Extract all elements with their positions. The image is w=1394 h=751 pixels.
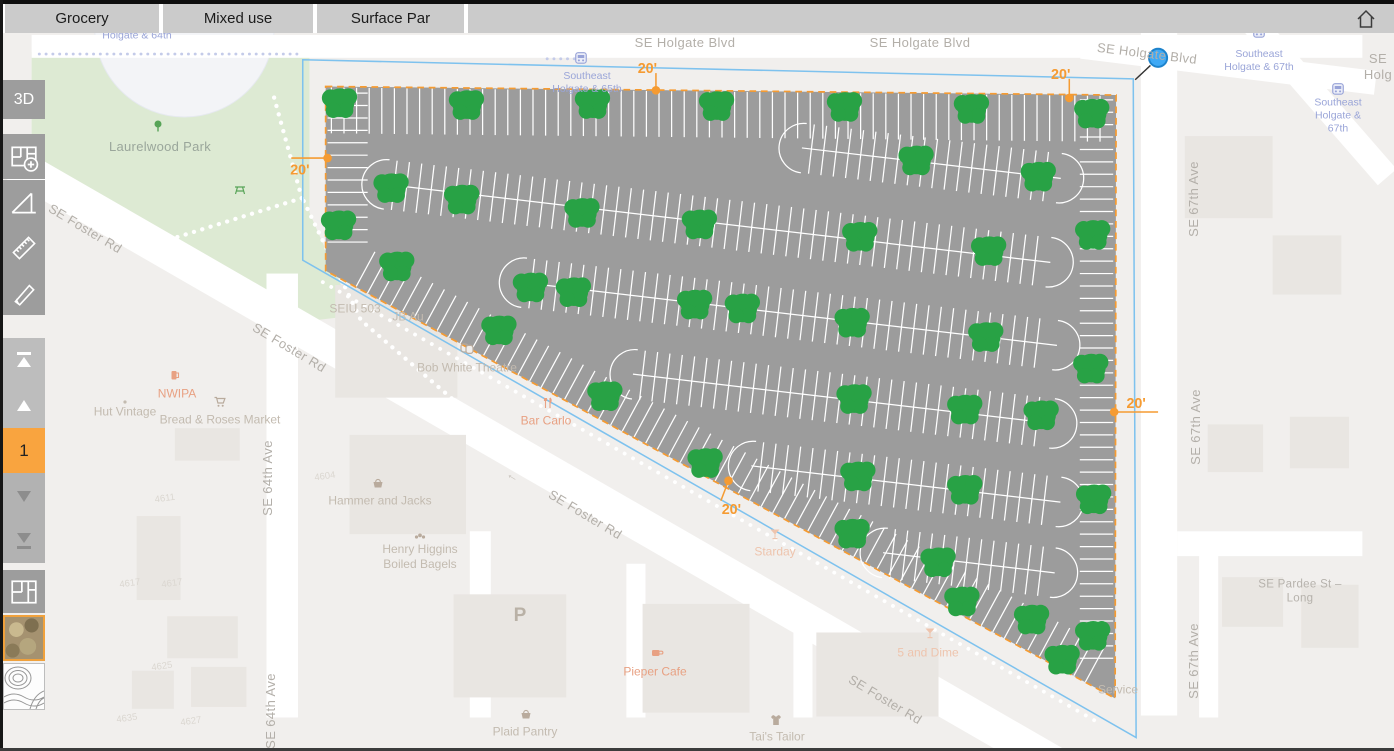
contour-lines-icon [4, 664, 44, 709]
setback-dimension-label: 20' [290, 162, 309, 178]
view-3d-button[interactable]: 3D [3, 80, 45, 119]
floorplan-add-icon [9, 142, 39, 172]
scenario-tab-bar: Grocery Mixed use Surface Par [0, 4, 1394, 33]
current-floor-indicator[interactable]: 1 [3, 428, 45, 473]
tree[interactable] [836, 384, 871, 414]
setback-dimension-label: 20' [722, 502, 741, 518]
tree[interactable] [564, 198, 599, 228]
tree[interactable] [1023, 401, 1058, 431]
tree[interactable] [682, 210, 717, 240]
map-base: 20' 20' 20' 20' 20' [0, 33, 1394, 748]
setback-handle[interactable] [1110, 408, 1119, 417]
tree[interactable] [968, 322, 1003, 352]
tree[interactable] [834, 308, 869, 338]
tree[interactable] [321, 211, 356, 241]
tree[interactable] [322, 88, 357, 118]
setback-handle[interactable] [724, 476, 733, 485]
tree[interactable] [373, 173, 408, 203]
plan-lines-icon [9, 577, 39, 607]
tree[interactable] [677, 290, 712, 320]
move-to-top-icon [10, 347, 38, 375]
tree[interactable] [971, 236, 1006, 266]
tree[interactable] [1021, 162, 1056, 192]
tree[interactable] [699, 91, 734, 121]
floor-to-top-button[interactable] [3, 338, 45, 383]
tree[interactable] [687, 448, 722, 478]
layer-plan-button[interactable] [3, 570, 45, 613]
pen-icon [9, 278, 39, 308]
tree[interactable] [1014, 605, 1049, 635]
tree[interactable] [1076, 485, 1111, 515]
move-to-bottom-icon [10, 527, 38, 555]
setback-tool-button[interactable] [3, 180, 45, 225]
draw-tool-button[interactable] [3, 270, 45, 315]
tree[interactable] [947, 395, 982, 425]
tree[interactable] [1074, 99, 1109, 129]
tree[interactable] [725, 294, 760, 324]
parcel-vertex-handle[interactable] [1149, 49, 1167, 67]
tree[interactable] [954, 94, 989, 124]
tree[interactable] [1075, 621, 1110, 651]
tree[interactable] [587, 381, 622, 411]
layer-contour-thumb[interactable] [3, 663, 45, 710]
tree[interactable] [575, 89, 610, 119]
tree[interactable] [944, 587, 979, 617]
setback-dimension-label: 20' [1051, 67, 1070, 83]
home-button[interactable] [1354, 7, 1378, 31]
tree[interactable] [379, 252, 414, 282]
tree[interactable] [1044, 645, 1079, 675]
tree[interactable] [449, 90, 484, 120]
tree[interactable] [827, 92, 862, 122]
window-top-edge [0, 0, 1394, 4]
tree[interactable] [1075, 220, 1110, 250]
setback-handle[interactable] [1065, 94, 1074, 103]
tree[interactable] [834, 519, 869, 549]
layer-satellite-thumb[interactable] [3, 615, 45, 661]
floor-down-button[interactable] [3, 473, 45, 518]
tabbar-spacer [468, 4, 1394, 33]
setback-handle[interactable] [652, 86, 661, 95]
window-left-edge [0, 0, 3, 751]
setback-dimension-label: 20' [1126, 396, 1145, 412]
tree[interactable] [444, 185, 479, 215]
map-canvas[interactable]: 20'20'20'20'20' SE Holgate BlvdSE Holgat… [0, 33, 1394, 748]
setback-handle[interactable] [323, 154, 332, 163]
home-icon [1354, 7, 1378, 31]
tree[interactable] [1073, 354, 1108, 384]
measure-tool-button[interactable] [3, 225, 45, 270]
setback-icon [9, 188, 39, 218]
setback-dimension-label: 20' [638, 61, 657, 77]
tree[interactable] [556, 277, 591, 307]
tree[interactable] [513, 273, 548, 303]
site-planner-app: Grocery Mixed use Surface Par [0, 0, 1394, 751]
floorplan-add-button[interactable] [3, 134, 45, 179]
move-down-icon [10, 482, 38, 510]
tab-mixed-use[interactable]: Mixed use [163, 4, 313, 33]
tree[interactable] [481, 316, 516, 346]
tree[interactable] [840, 462, 875, 492]
tree[interactable] [842, 222, 877, 252]
tree[interactable] [898, 146, 933, 176]
tab-grocery[interactable]: Grocery [5, 4, 159, 33]
floor-up-button[interactable] [3, 383, 45, 428]
floor-to-bottom-button[interactable] [3, 518, 45, 563]
tab-surface-parking[interactable]: Surface Par [317, 4, 464, 33]
ruler-icon [9, 233, 39, 263]
tree[interactable] [947, 475, 982, 505]
move-up-icon [10, 392, 38, 420]
tree[interactable] [920, 548, 955, 578]
